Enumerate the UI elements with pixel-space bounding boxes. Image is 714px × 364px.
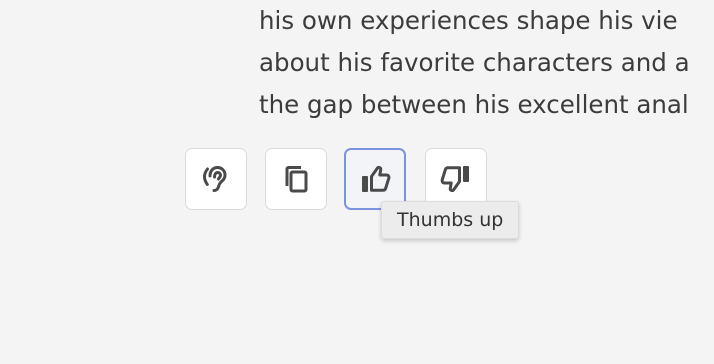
message-line: his own experiences shape his vie: [259, 6, 678, 35]
message-line: the gap between his excellent anal: [259, 90, 689, 119]
thumbs-down-icon: [439, 162, 473, 196]
copy-button[interactable]: [265, 148, 327, 210]
tooltip: Thumbs up: [381, 201, 520, 239]
thumbs-up-icon: [358, 162, 392, 196]
copy-icon: [279, 162, 313, 196]
ear-icon: [199, 162, 233, 196]
listen-button[interactable]: [185, 148, 247, 210]
message-line: about his favorite characters and a: [259, 48, 690, 77]
message-text: his own experiences shape his vie about …: [259, 0, 714, 126]
